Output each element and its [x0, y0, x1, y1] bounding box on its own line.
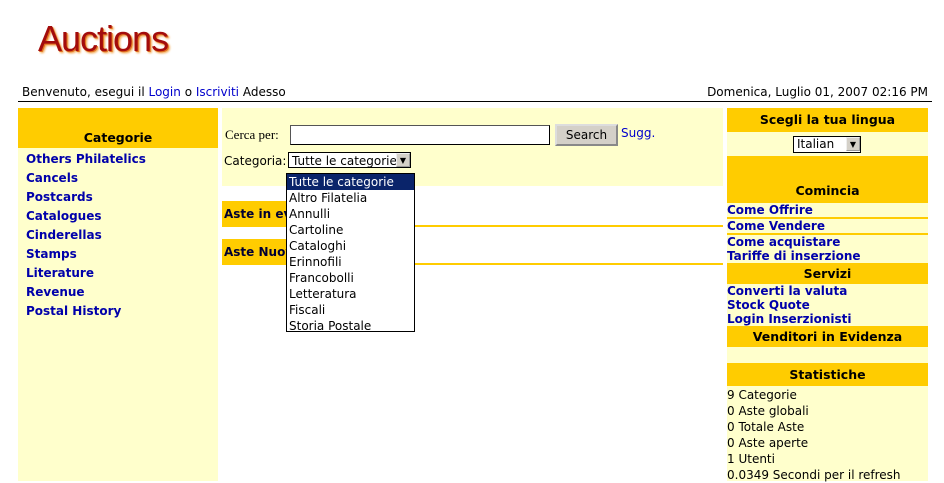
category-link-postcards[interactable]: Postcards: [26, 188, 218, 207]
language-select[interactable]: Italian ▼: [793, 136, 861, 153]
category-link-postal-history[interactable]: Postal History: [26, 302, 218, 321]
top-bar: Benvenuto, esegui il Login o Iscriviti A…: [18, 85, 932, 102]
category-link-cinderellas[interactable]: Cinderellas: [26, 226, 218, 245]
listing-fees-link[interactable]: Tariffe di inserzione: [727, 249, 928, 263]
search-button[interactable]: Search: [555, 124, 618, 146]
how-to-sell-link[interactable]: Come Vendere: [727, 219, 928, 233]
category-list: Others Philatelics Cancels Postcards Cat…: [18, 148, 218, 321]
how-to-bid-link[interactable]: Come Offrire: [727, 203, 928, 217]
right-sidebar: Scegli la tua lingua Italian ▼ Comincia …: [727, 108, 928, 483]
statistics-header: Statistiche: [727, 363, 928, 386]
dropdown-option[interactable]: Storia Postale: [287, 318, 414, 334]
category-link-cancels[interactable]: Cancels: [26, 169, 218, 188]
featured-auctions-title: Aste in ev: [222, 201, 296, 227]
category-label: Categoria:: [224, 154, 287, 168]
categories-header: Categorie: [18, 108, 218, 148]
dropdown-arrow-icon[interactable]: ▼: [846, 137, 860, 151]
login-link[interactable]: Login: [148, 85, 180, 99]
site-logo[interactable]: Auctions: [38, 18, 169, 60]
stock-quote-link[interactable]: Stock Quote: [727, 298, 928, 312]
search-label: Cerca per:: [225, 127, 279, 142]
dropdown-option[interactable]: Tutte le categorie: [287, 174, 414, 190]
dropdown-option[interactable]: Cataloghi: [287, 238, 414, 254]
register-link[interactable]: Iscriviti: [196, 85, 239, 99]
stat-users: 1 Utenti: [727, 452, 775, 466]
dropdown-option[interactable]: Francobolli: [287, 270, 414, 286]
dropdown-option[interactable]: Letteratura: [287, 286, 414, 302]
category-link-catalogues[interactable]: Catalogues: [26, 207, 218, 226]
stat-global-auctions: 0 Aste globali: [727, 404, 809, 418]
stat-open-auctions: 0 Aste aperte: [727, 436, 809, 450]
stat-categories: 9 Categorie: [727, 388, 797, 402]
services-header: Servizi: [727, 263, 928, 284]
category-link-literature[interactable]: Literature: [26, 264, 218, 283]
dropdown-option[interactable]: Altro Filatelia: [287, 190, 414, 206]
category-select[interactable]: Tutte le categorie ▼: [288, 152, 411, 168]
category-link-stamps[interactable]: Stamps: [26, 245, 218, 264]
suggest-link[interactable]: Sugg.: [621, 126, 655, 140]
dropdown-option[interactable]: Cartoline: [287, 222, 414, 238]
category-link-others-philatelics[interactable]: Others Philatelics: [26, 150, 218, 169]
how-to-buy-link[interactable]: Come acquistare: [727, 235, 928, 249]
dropdown-option[interactable]: Erinnofili: [287, 254, 414, 270]
currency-converter-link[interactable]: Converti la valuta: [727, 284, 928, 298]
start-header: Comincia: [727, 156, 928, 203]
category-link-revenue[interactable]: Revenue: [26, 283, 218, 302]
dropdown-option[interactable]: Fiscali: [287, 302, 414, 318]
date-time: Domenica, Luglio 01, 2007 02:16 PM: [707, 85, 928, 99]
language-header: Scegli la tua lingua: [727, 108, 928, 132]
stat-total-auctions: 0 Totale Aste: [727, 420, 805, 434]
dropdown-option[interactable]: Annulli: [287, 206, 414, 222]
search-input[interactable]: [290, 125, 550, 145]
dropdown-arrow-icon[interactable]: ▼: [396, 153, 410, 167]
category-dropdown-list[interactable]: Tutte le categorie Altro Filatelia Annul…: [286, 173, 415, 334]
featured-sellers-header: Venditori in Evidenza: [727, 326, 928, 347]
advertiser-login-link[interactable]: Login Inserzionisti: [727, 312, 928, 326]
category-sidebar: Categorie Others Philatelics Cancels Pos…: [18, 108, 218, 481]
statistics-list: 9 Categorie 0 Aste globali 0 Totale Aste…: [727, 386, 928, 483]
welcome-text: Benvenuto, esegui il Login o Iscriviti A…: [22, 85, 286, 99]
